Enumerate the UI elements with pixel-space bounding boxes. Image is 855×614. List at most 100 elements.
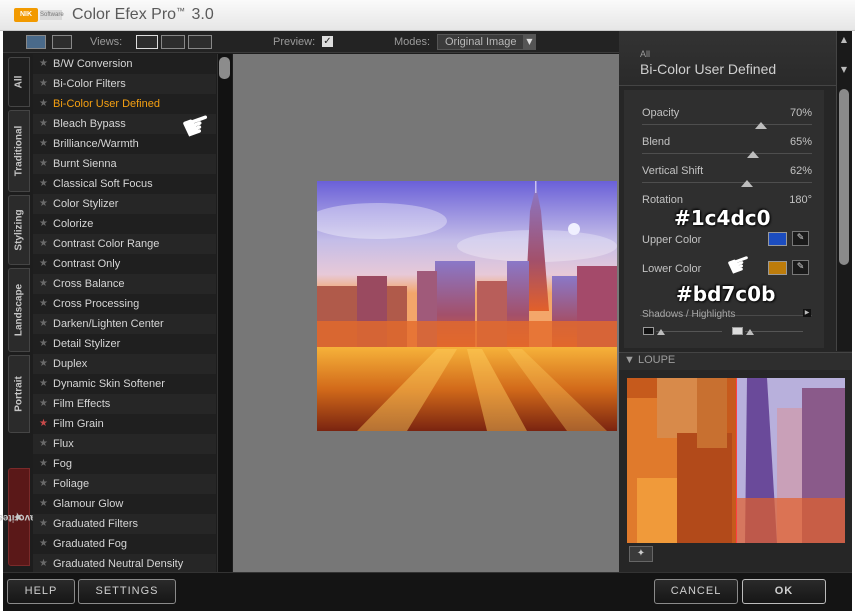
highlights-slider-thumb[interactable] [746, 329, 754, 335]
filter-label: Glamour Glow [53, 498, 124, 510]
filter-item[interactable]: ★ Contrast Color Range [33, 234, 216, 254]
filter-item[interactable]: ★ Fog [33, 454, 216, 474]
star-icon[interactable]: ★ [39, 534, 48, 554]
star-icon[interactable]: ★ [39, 174, 48, 194]
filter-label: Graduated Fog [53, 538, 127, 550]
star-icon[interactable]: ★ [39, 134, 48, 154]
star-icon[interactable]: ★ [39, 374, 48, 394]
thumbnail-view-icon[interactable] [26, 35, 46, 49]
modes-select[interactable]: Original Image [437, 34, 536, 50]
filter-item[interactable]: ★ Colorize [33, 214, 216, 234]
star-icon[interactable]: ★ [39, 554, 48, 572]
tab-landscape[interactable]: Landscape [8, 268, 30, 352]
filter-item[interactable]: ★ Color Stylizer [33, 194, 216, 214]
filter-item[interactable]: ★ Graduated Neutral Density [33, 554, 216, 572]
star-icon[interactable]: ★ [39, 274, 48, 294]
star-icon[interactable]: ★ [39, 74, 48, 94]
filter-label: Burnt Sienna [53, 158, 117, 170]
filter-label: B/W Conversion [53, 58, 133, 70]
star-icon[interactable]: ★ [39, 334, 48, 354]
star-icon[interactable]: ★ [39, 294, 48, 314]
filter-item[interactable]: ★ Detail Stylizer [33, 334, 216, 354]
loupe-label[interactable]: ▼ LOUPE [624, 354, 675, 366]
shadows-highlights-label[interactable]: Shadows / Highlights [642, 309, 735, 320]
help-button[interactable]: HELP [7, 579, 75, 604]
tab-traditional[interactable]: Traditional [8, 110, 30, 192]
scroll-up-icon[interactable]: ▲ [837, 33, 851, 47]
filter-item[interactable]: ★ Bi-Color Filters [33, 74, 216, 94]
star-icon[interactable]: ★ [39, 114, 48, 134]
upper-eyedropper-icon[interactable]: ✎ [792, 231, 809, 246]
star-icon[interactable]: ★ [39, 154, 48, 174]
split-view-button[interactable] [161, 35, 185, 49]
star-icon[interactable]: ★ [39, 354, 48, 374]
star-icon[interactable]: ★ [39, 454, 48, 474]
preview-checkbox[interactable]: ✓ [322, 36, 333, 47]
filter-item[interactable]: ★ Foliage [33, 474, 216, 494]
star-icon[interactable]: ★ [39, 394, 48, 414]
app-title: Color Efex Pro™ 3.0 [72, 6, 214, 24]
star-icon[interactable]: ★ [39, 214, 48, 234]
tab-favorites[interactable]: ★ Favorites [0, 468, 41, 566]
lower-color-swatch[interactable] [768, 261, 787, 275]
filter-item[interactable]: ★ Dynamic Skin Softener [33, 374, 216, 394]
filter-item[interactable]: ★ Graduated Filters [33, 514, 216, 534]
filter-list-scrollbar[interactable] [217, 54, 232, 572]
blend-slider[interactable] [642, 153, 812, 154]
star-icon[interactable]: ★ [39, 434, 48, 454]
blend-slider-thumb[interactable] [746, 151, 759, 158]
filter-item[interactable]: ★ Film Effects [33, 394, 216, 414]
filter-item[interactable]: ★ Burnt Sienna [33, 154, 216, 174]
opacity-slider[interactable] [642, 124, 812, 125]
vertical-shift-slider-thumb[interactable] [741, 180, 754, 187]
filter-item[interactable]: ★ Flux [33, 434, 216, 454]
star-icon[interactable]: ★ [39, 494, 48, 514]
shadows-slider-thumb[interactable] [657, 329, 665, 335]
upper-color-swatch[interactable] [768, 232, 787, 246]
filter-item[interactable]: ★ B/W Conversion [33, 54, 216, 74]
ok-button[interactable]: OK [742, 579, 826, 604]
preview-image[interactable] [317, 181, 617, 431]
filter-item[interactable]: ★ Cross Processing [33, 294, 216, 314]
tab-portrait[interactable]: Portrait [8, 355, 30, 433]
star-icon[interactable]: ★ [39, 194, 48, 214]
single-view-button[interactable] [136, 35, 158, 49]
filter-item[interactable]: ★ Duplex [33, 354, 216, 374]
filter-list-scroll-thumb[interactable] [219, 57, 230, 79]
loupe-view[interactable] [627, 378, 845, 543]
filter-item[interactable]: ★ Graduated Fog [33, 534, 216, 554]
star-icon[interactable]: ★ [39, 254, 48, 274]
filter-item[interactable]: ★ Glamour Glow [33, 494, 216, 514]
lower-color-label: Lower Color [642, 263, 702, 275]
filter-item[interactable]: ★ Classical Soft Focus [33, 174, 216, 194]
filter-item[interactable]: ★ Contrast Only [33, 254, 216, 274]
filter-item[interactable]: ★ Film Grain [33, 414, 216, 434]
star-icon[interactable]: ★ [39, 474, 48, 494]
cancel-button[interactable]: CANCEL [654, 579, 738, 604]
pin-icon[interactable]: ✦ [629, 546, 653, 562]
vertical-shift-label: Vertical Shift [642, 165, 704, 177]
tab-stylizing[interactable]: Stylizing [8, 195, 30, 265]
list-view-icon[interactable] [52, 35, 72, 49]
settings-button[interactable]: SETTINGS [78, 579, 176, 604]
shadows-icon [643, 327, 654, 335]
chevron-down-icon[interactable]: ▼ [523, 34, 536, 50]
opacity-slider-thumb[interactable] [755, 122, 767, 129]
expand-arrow-icon[interactable]: ▶ [803, 309, 811, 317]
filter-item[interactable]: ★ Cross Balance [33, 274, 216, 294]
panel-scroll-thumb[interactable] [839, 89, 849, 265]
side-by-side-view-button[interactable] [188, 35, 212, 49]
lower-eyedropper-icon[interactable]: ✎ [792, 260, 809, 275]
star-icon[interactable]: ★ [39, 54, 48, 74]
star-icon[interactable]: ★ [39, 414, 48, 434]
filter-item[interactable]: ★ Darken/Lighten Center [33, 314, 216, 334]
shadows-slider[interactable] [656, 331, 722, 332]
star-icon[interactable]: ★ [39, 94, 48, 114]
star-icon[interactable]: ★ [39, 514, 48, 534]
star-icon[interactable]: ★ [39, 314, 48, 334]
filter-label: Bi-Color User Defined [53, 98, 160, 110]
star-icon[interactable]: ★ [39, 234, 48, 254]
scroll-down-icon[interactable]: ▼ [837, 63, 851, 77]
vertical-shift-slider[interactable] [642, 182, 812, 183]
tab-all[interactable]: All [8, 57, 30, 107]
